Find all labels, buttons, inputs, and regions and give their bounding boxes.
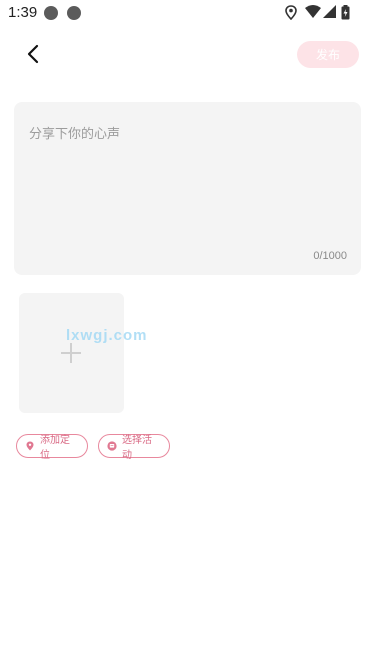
select-activity-label: 选择活动 [122, 435, 152, 461]
select-activity-button[interactable]: 选择活动 [98, 434, 170, 461]
chevron-left-icon [27, 44, 39, 64]
post-text-placeholder: 分享下你的心声 [29, 127, 121, 142]
publish-button[interactable]: 发布 [297, 41, 359, 68]
add-location-button[interactable]: 添加定位 [16, 434, 88, 461]
activity-icon [107, 441, 117, 451]
plus-icon [61, 343, 81, 363]
status-icons [285, 4, 355, 22]
wifi-icon [305, 5, 321, 18]
status-time: 1:39 [8, 4, 38, 21]
location-pin-icon [26, 441, 34, 451]
notification-app-icon [44, 6, 58, 20]
post-text-input[interactable]: 分享下你的心声 0/1000 [14, 102, 361, 275]
back-button[interactable] [20, 40, 46, 68]
character-counter: 0/1000 [313, 250, 347, 262]
notification-app-icon [67, 6, 81, 20]
signal-icon [323, 5, 336, 18]
status-bar: 1:39 [0, 0, 375, 26]
location-icon [285, 5, 297, 20]
battery-icon [341, 5, 350, 20]
publish-button-label: 发布 [315, 48, 340, 62]
add-location-label: 添加定位 [40, 435, 70, 461]
post-composer-screen: 1:39 发布 分享下你的心声 0/1000 lxwgj.com 添加定位 选择… [0, 0, 375, 667]
watermark: lxwgj.com [66, 327, 148, 344]
add-image-button[interactable] [19, 293, 124, 413]
